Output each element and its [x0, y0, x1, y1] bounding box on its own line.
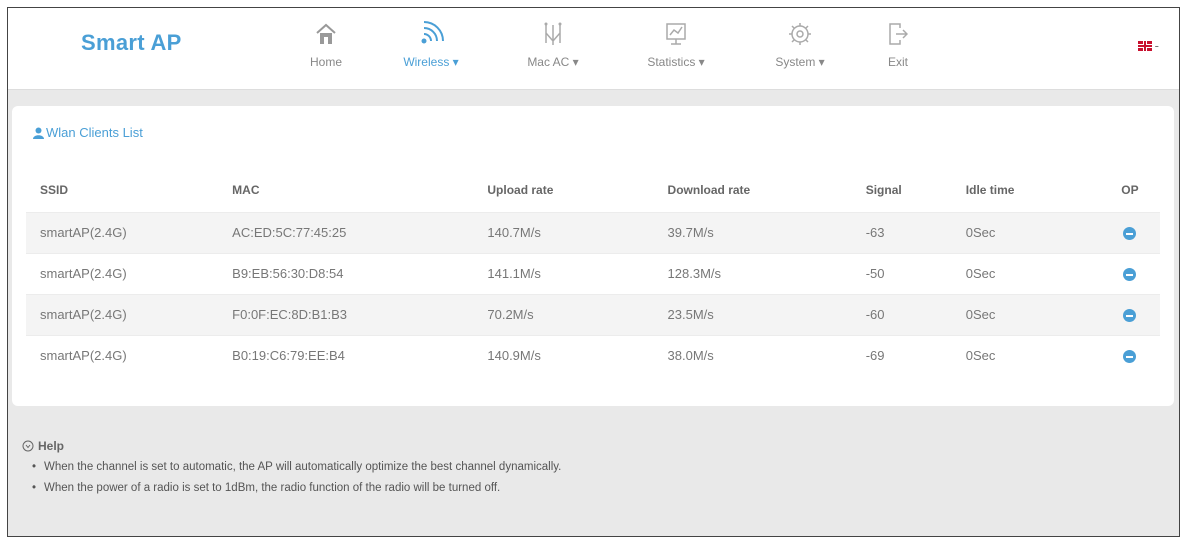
chart-icon	[665, 21, 687, 47]
nav-wireless[interactable]: Wireless ▾	[386, 8, 476, 90]
help-title: Help	[22, 439, 1162, 453]
cell-signal: -63	[851, 211, 952, 253]
cell-ssid: smartAP(2.4G)	[26, 252, 219, 294]
home-icon	[315, 21, 337, 47]
remove-client-button[interactable]	[1123, 350, 1137, 364]
wlan-clients-card: Wlan Clients List SSID MAC Upload rate D…	[12, 106, 1174, 406]
cell-ssid: smartAP(2.4G)	[26, 293, 219, 335]
help-section: Help When the channel is set to automati…	[22, 439, 1162, 503]
nav-system-label: System ▾	[775, 55, 825, 69]
help-item: When the power of a radio is set to 1dBm…	[32, 482, 1162, 494]
nav-wireless-label: Wireless ▾	[403, 55, 459, 69]
exit-icon	[888, 21, 908, 47]
cell-upload: 70.2M/s	[473, 293, 654, 335]
cell-mac: B0:19:C6:79:EE:B4	[218, 334, 474, 376]
nav-exit[interactable]: Exit	[873, 8, 923, 90]
cell-mac: AC:ED:5C:77:45:25	[218, 211, 474, 253]
card-title-text: Wlan Clients List	[46, 125, 143, 140]
top-nav-bar: Smart AP Home Wireless ▾ Mac AC ▾ Statis…	[8, 8, 1179, 90]
cell-upload: 141.1M/s	[473, 252, 654, 294]
cell-download: 23.5M/s	[653, 293, 852, 335]
nav-home-label: Home	[309, 55, 342, 69]
help-item: When the channel is set to automatic, th…	[32, 461, 1162, 473]
cell-idle: 0Sec	[951, 211, 1100, 253]
table-row: smartAP(2.4G) B0:19:C6:79:EE:B4 140.9M/s…	[26, 334, 1160, 376]
table-header-row: SSID MAC Upload rate Download rate Signa…	[26, 168, 1160, 212]
cell-download: 38.0M/s	[653, 334, 852, 376]
cell-download: 39.7M/s	[653, 211, 852, 253]
clients-table: SSID MAC Upload rate Download rate Signa…	[26, 168, 1160, 376]
nav-home[interactable]: Home	[296, 8, 356, 90]
cell-op	[1099, 334, 1160, 376]
cell-op	[1099, 293, 1160, 335]
col-mac: MAC	[232, 182, 260, 197]
cell-upload: 140.9M/s	[473, 334, 654, 376]
col-download-rate: Download rate	[667, 182, 751, 197]
col-signal: Signal	[865, 182, 902, 197]
col-upload-rate: Upload rate	[487, 182, 554, 197]
cell-mac: F0:0F:EC:8D:B1:B3	[218, 293, 474, 335]
nav-mac-ac-label: Mac AC ▾	[527, 55, 579, 69]
nav-statistics[interactable]: Statistics ▾	[636, 8, 716, 90]
help-title-text: Help	[38, 439, 65, 453]
remove-client-button[interactable]	[1123, 309, 1137, 323]
cell-signal: -60	[851, 293, 952, 335]
cell-mac: B9:EB:56:30:D8:54	[218, 252, 474, 294]
col-idle-time: Idle time	[965, 182, 1015, 197]
brand-logo: Smart AP	[81, 30, 182, 55]
cell-ssid: smartAP(2.4G)	[26, 211, 219, 253]
col-op: OP	[1121, 182, 1139, 197]
nav-statistics-label: Statistics ▾	[647, 55, 705, 69]
cell-idle: 0Sec	[951, 293, 1100, 335]
wifi-icon	[418, 21, 444, 47]
uk-flag-icon	[1137, 40, 1152, 51]
gear-icon	[788, 21, 812, 47]
cell-idle: 0Sec	[951, 252, 1100, 294]
cell-op	[1099, 211, 1160, 253]
table-row: smartAP(2.4G) B9:EB:56:30:D8:54 141.1M/s…	[26, 252, 1160, 294]
user-icon	[33, 127, 44, 139]
table-row: smartAP(2.4G) AC:ED:5C:77:45:25 140.7M/s…	[26, 211, 1160, 253]
help-icon	[22, 440, 34, 452]
nav-mac-ac[interactable]: Mac AC ▾	[513, 8, 593, 90]
cell-upload: 140.7M/s	[473, 211, 654, 253]
remove-client-button[interactable]	[1123, 268, 1137, 282]
app-frame: Smart AP Home Wireless ▾ Mac AC ▾ Statis…	[7, 7, 1180, 537]
remove-client-button[interactable]	[1123, 227, 1137, 241]
card-title: Wlan Clients List	[33, 125, 143, 140]
cell-idle: 0Sec	[951, 334, 1100, 376]
antenna-icon	[542, 21, 564, 47]
language-dropdown-caret: -	[1154, 38, 1159, 53]
nav-exit-label: Exit	[887, 55, 908, 69]
table-row: smartAP(2.4G) F0:0F:EC:8D:B1:B3 70.2M/s …	[26, 293, 1160, 335]
nav-system[interactable]: System ▾	[760, 8, 840, 90]
cell-signal: -69	[851, 334, 952, 376]
cell-op	[1099, 252, 1160, 294]
help-list: When the channel is set to automatic, th…	[22, 461, 1162, 494]
cell-download: 128.3M/s	[653, 252, 852, 294]
cell-signal: -50	[851, 252, 952, 294]
language-selector[interactable]: -	[1137, 38, 1159, 53]
col-ssid: SSID	[40, 182, 69, 197]
cell-ssid: smartAP(2.4G)	[26, 334, 219, 376]
